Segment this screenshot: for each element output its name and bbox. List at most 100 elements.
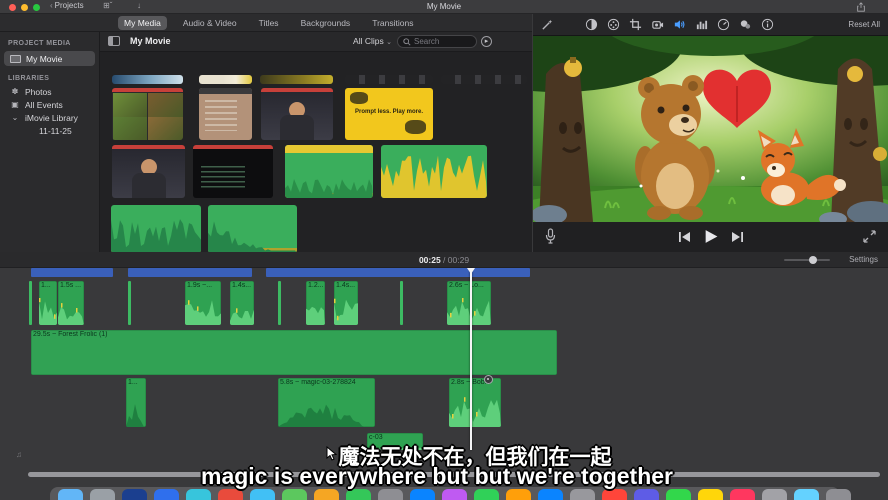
audio-clip[interactable]: 2.6s ~ Lo...: [447, 281, 491, 325]
clip-thumbnail-darkpeople[interactable]: [441, 75, 527, 84]
clip-thumbnail-wave-jagged[interactable]: [111, 205, 201, 253]
dock-app-icon[interactable]: [698, 489, 723, 500]
tab-titles[interactable]: Titles: [253, 16, 285, 30]
all-clips-filter[interactable]: All Clips ⌄: [353, 36, 392, 46]
clip-edge-sliver[interactable]: [29, 281, 32, 325]
audio-clip[interactable]: 2.8s ~ Bob...: [449, 378, 501, 427]
dock-app-icon[interactable]: [250, 489, 275, 500]
audio-clip[interactable]: 1.4s...: [334, 281, 358, 325]
zoom-slider-thumb[interactable]: [809, 256, 817, 264]
clip-thumbnail-olive[interactable]: [260, 75, 333, 84]
playhead[interactable]: [470, 268, 472, 450]
dock-app-icon[interactable]: [538, 489, 563, 500]
dock-app-icon[interactable]: [826, 489, 851, 500]
dock-app-icon[interactable]: [122, 489, 147, 500]
volume-icon[interactable]: [673, 18, 686, 31]
search-input[interactable]: Search: [397, 35, 477, 48]
dock-app-icon[interactable]: [90, 489, 115, 500]
dock-app-icon[interactable]: [602, 489, 627, 500]
dock-app-icon[interactable]: [218, 489, 243, 500]
dock-app-icon[interactable]: [762, 489, 787, 500]
sidebar-item-imovie-library[interactable]: ⌄iMovie Library: [0, 111, 99, 124]
clip-thumbnail-wave-decay[interactable]: [208, 205, 297, 253]
clip-edge-sliver[interactable]: [278, 281, 281, 325]
color-balance-icon[interactable]: [585, 18, 598, 31]
title-clip[interactable]: [31, 268, 113, 277]
timeline-zoom-slider[interactable]: [784, 259, 830, 261]
dock-app-icon[interactable]: [794, 489, 819, 500]
dock-app-icon[interactable]: [570, 489, 595, 500]
dock-app-icon[interactable]: [474, 489, 499, 500]
dock-app-icon[interactable]: [378, 489, 403, 500]
audio-clip[interactable]: 1...: [39, 281, 57, 325]
audio-clip[interactable]: 1...: [126, 378, 146, 427]
title-clip[interactable]: [128, 268, 252, 277]
promo-text: Prompt less. Play more.: [355, 109, 423, 115]
filter-arrow-icon[interactable]: ▸: [481, 36, 492, 47]
dock-app-icon[interactable]: [666, 489, 691, 500]
audio-clip[interactable]: 5.8s ~ magic-03-278824: [278, 378, 375, 427]
clip-thumbnail-terminal[interactable]: [193, 145, 273, 198]
dock-app-icon[interactable]: [410, 489, 435, 500]
audio-clip[interactable]: 1.5s ...: [58, 281, 84, 325]
playhead-handle[interactable]: [467, 268, 475, 274]
dock-app-icon[interactable]: [442, 489, 467, 500]
clip-thumbnail-cream[interactable]: [199, 75, 252, 84]
dock-app-icon[interactable]: [506, 489, 531, 500]
dock-app-icon[interactable]: [154, 489, 179, 500]
equalizer-icon[interactable]: [695, 18, 708, 31]
fullscreen-icon[interactable]: [863, 230, 876, 243]
info-icon[interactable]: [761, 18, 774, 31]
clip-thumbnail-audio-spikes[interactable]: [381, 145, 487, 198]
tab-audio-video[interactable]: Audio & Video: [177, 16, 243, 30]
clip-thumbnail-audio-yellowtop[interactable]: [285, 145, 373, 198]
noise-reduction-icon[interactable]: [739, 18, 752, 31]
dock-app-icon[interactable]: [634, 489, 659, 500]
clip-edge-sliver[interactable]: [128, 281, 131, 325]
play-button-icon[interactable]: [703, 229, 719, 244]
audio-clip[interactable]: 1.4s...: [230, 281, 254, 325]
settings-button[interactable]: Settings: [849, 255, 878, 264]
dock-app-icon[interactable]: [346, 489, 371, 500]
tab-transitions[interactable]: Transitions: [366, 16, 419, 30]
clip-effect-badge[interactable]: [484, 375, 493, 384]
subtitle-line-english: magic is everywhere but but we're togeth…: [201, 463, 673, 490]
clip-thumbnail-person[interactable]: [112, 145, 185, 198]
tab-backgrounds[interactable]: Backgrounds: [295, 16, 357, 30]
voiceover-mic-icon[interactable]: [545, 228, 556, 244]
color-correction-icon[interactable]: [607, 18, 620, 31]
clip-thumbnail-beargrid[interactable]: [112, 88, 183, 140]
speed-icon[interactable]: [717, 18, 730, 31]
sidebar-toggle-icon[interactable]: [108, 36, 120, 46]
dock-app-icon[interactable]: [730, 489, 755, 500]
clip-thumbnail-darkpeople[interactable]: [345, 75, 433, 84]
skip-back-icon[interactable]: [678, 231, 691, 243]
clip-label: 2.6s ~ Lo...: [449, 282, 484, 289]
clip-thumbnail-promo[interactable]: Prompt less. Play more.: [345, 88, 433, 140]
tab-my-media[interactable]: My Media: [118, 16, 167, 30]
audio-clip-main[interactable]: 29.5s ~ Forest Frolic (1): [31, 330, 557, 375]
sidebar-item-all-events[interactable]: ▣All Events: [0, 98, 99, 111]
clip-edge-sliver[interactable]: [400, 281, 403, 325]
stabilization-icon[interactable]: [651, 18, 664, 31]
clip-thumbnail-doc[interactable]: [199, 88, 252, 140]
dock-app-icon[interactable]: [58, 489, 83, 500]
sidebar-item-photos[interactable]: ✽Photos: [0, 85, 99, 98]
audio-clip[interactable]: 1.2...: [306, 281, 325, 325]
sidebar-item-my-movie[interactable]: My Movie: [4, 51, 95, 66]
clip-thumbnail-person[interactable]: [261, 88, 333, 140]
title-clip[interactable]: [266, 268, 530, 277]
crop-icon[interactable]: [629, 18, 642, 31]
sidebar-item-11-11-25[interactable]: 11-11-25: [0, 124, 99, 137]
share-icon[interactable]: [856, 2, 866, 12]
dock-app-icon[interactable]: [282, 489, 307, 500]
skip-forward-icon[interactable]: [731, 231, 744, 243]
audio-clip[interactable]: 1.9s ~...: [185, 281, 221, 325]
sidebar-item-label: My Movie: [26, 54, 62, 64]
dock-app-icon[interactable]: [186, 489, 211, 500]
dock-app-icon[interactable]: [314, 489, 339, 500]
reset-all-button[interactable]: Reset All: [848, 20, 880, 29]
clip-label: c-03: [369, 434, 383, 441]
enhance-wand-icon[interactable]: [541, 18, 554, 31]
clip-thumbnail-blue[interactable]: [112, 75, 183, 84]
